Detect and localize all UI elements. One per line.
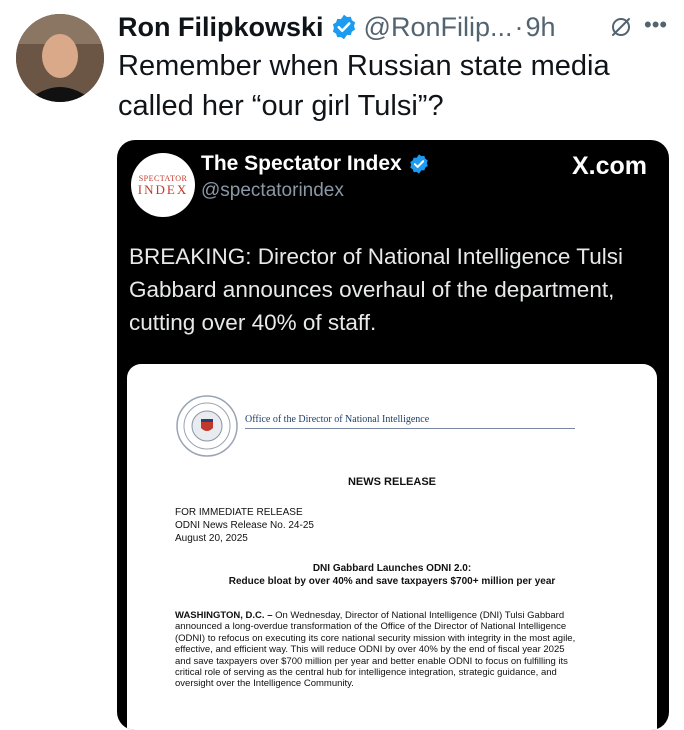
release-headline-line: DNI Gabbard Launches ODNI 2.0: — [312, 563, 472, 574]
release-headline-line: Reduce bloat by over 40% and save taxpay… — [228, 576, 556, 587]
release-meta-line: FOR IMMEDIATE RELEASE — [175, 507, 303, 518]
author-name[interactable]: Ron Filipkowski — [118, 12, 324, 43]
verified-badge-icon — [330, 13, 358, 41]
quoted-text-line: cutting over 40% of staff. — [129, 310, 377, 335]
quoted-text: BREAKING: Director of National Intellige… — [129, 240, 659, 339]
author-avatar[interactable] — [16, 14, 104, 102]
release-meta-line: August 20, 2025 — [175, 533, 248, 544]
tweet-text: Remember when Russian state media called… — [118, 46, 658, 126]
release-headline: DNI Gabbard Launches ODNI 2.0: Reduce bl… — [127, 562, 657, 588]
release-body-line: WASHINGTON, D.C. – On Wednesday, Directo… — [175, 610, 625, 621]
release-body-line: and save taxpayers over $700 million per… — [175, 655, 568, 667]
quoted-text-line: BREAKING: Director of National Intellige… — [129, 244, 623, 269]
site-watermark: X.com — [571, 152, 647, 180]
verified-badge-icon — [408, 153, 430, 175]
odni-seal-icon — [175, 394, 239, 458]
release-body-line: (ODNI) to refocus on executing its core … — [175, 632, 576, 644]
author-handle[interactable]: @RonFilip... — [364, 12, 513, 43]
quoted-avatar[interactable]: SPECTATOR INDEX — [131, 153, 195, 217]
release-body-text: On Wednesday, Director of National Intel… — [272, 610, 565, 621]
separator-dot: · — [514, 11, 524, 42]
header-rule — [245, 428, 575, 429]
release-body-line: critical role of serving as the central … — [175, 667, 557, 679]
quoted-author-name-row: The Spectator Index — [201, 152, 430, 176]
more-icon[interactable]: ••• — [644, 12, 667, 38]
org-name: Office of the Director of National Intel… — [245, 414, 430, 425]
release-body-line: effective, and efficient way. This will … — [175, 644, 565, 656]
quoted-text-line: Gabbard announces overhaul of the depart… — [129, 277, 615, 302]
timestamp[interactable]: 9h — [525, 12, 555, 43]
release-body: WASHINGTON, D.C. – On Wednesday, Directo… — [175, 610, 625, 690]
release-meta-line: ODNI News Release No. 24-25 — [175, 520, 314, 531]
press-release-image[interactable]: Office of the Director of National Intel… — [127, 364, 657, 730]
dateline: WASHINGTON, D.C. – — [175, 610, 273, 621]
news-release-heading: NEWS RELEASE — [347, 476, 436, 488]
quoted-post[interactable]: SPECTATOR INDEX The Spectator Index @spe… — [117, 140, 669, 730]
release-body-line: oversight over the Intelligence Communit… — [175, 678, 354, 690]
grok-icon[interactable] — [608, 14, 634, 40]
tweet-text-line: Remember when Russian state media — [118, 50, 610, 82]
quoted-author-name[interactable]: The Spectator Index — [201, 152, 402, 176]
release-meta: FOR IMMEDIATE RELEASE ODNI News Release … — [175, 506, 314, 545]
avatar-logo-text: INDEX — [137, 182, 189, 197]
quoted-author-handle[interactable]: @spectatorindex — [201, 180, 344, 202]
release-body-line: announced a long-overdue transformation … — [175, 621, 567, 633]
tweet-text-line: called her “our girl Tulsi”? — [118, 90, 444, 122]
tweet-header: Ron Filipkowski @RonFilip... · 9h — [118, 10, 556, 44]
